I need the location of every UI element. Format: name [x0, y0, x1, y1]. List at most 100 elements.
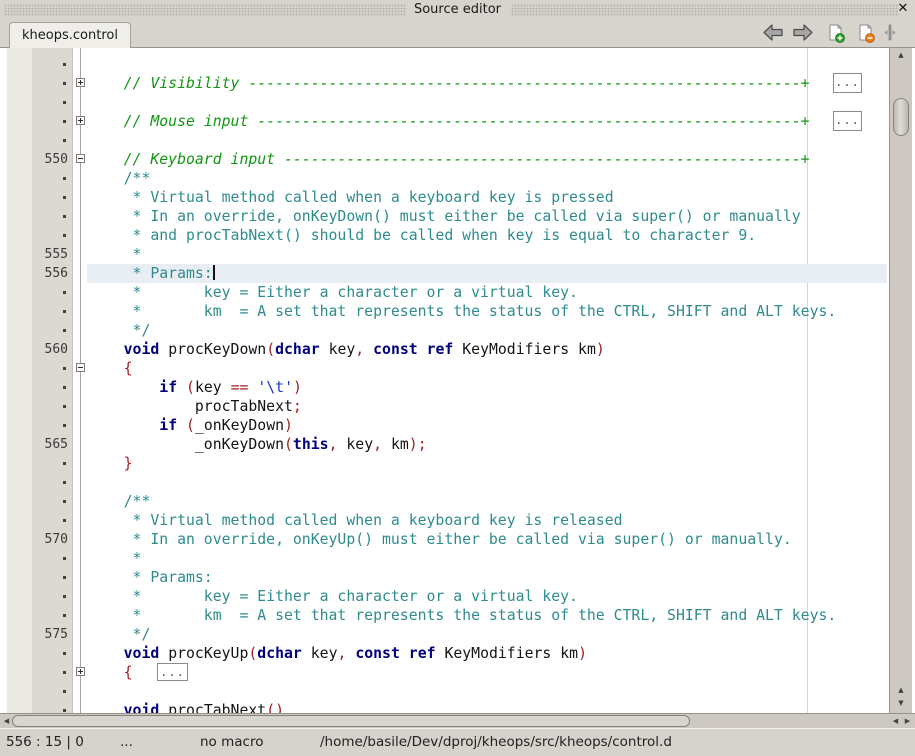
code-line[interactable]: if (key == '\t'): [0, 378, 915, 397]
code-line[interactable]: // Mouse input -------------------------…: [0, 112, 915, 131]
code-line[interactable]: {: [0, 359, 915, 378]
status-pending: ...: [120, 729, 133, 755]
line-dot: [63, 177, 66, 180]
fold-toggle-icon[interactable]: [76, 363, 85, 372]
line-dot: [63, 405, 66, 408]
line-number: 556: [0, 265, 68, 283]
line-dot: [63, 709, 66, 712]
code-text: /**: [88, 169, 150, 188]
code-line[interactable]: 550 // Keyboard input ------------------…: [0, 150, 915, 169]
code-line[interactable]: * km = A set that represents the status …: [0, 302, 915, 321]
code-text: * Virtual method called when a keyboard …: [88, 511, 623, 530]
code-line[interactable]: */: [0, 321, 915, 340]
code-text: void procKeyDown(dchar key, const ref Ke…: [88, 340, 605, 359]
code-line[interactable]: * Virtual method called when a keyboard …: [0, 188, 915, 207]
code-line[interactable]: * Params:: [0, 568, 915, 587]
fold-toggle-icon[interactable]: [76, 116, 85, 125]
code-line[interactable]: void procTabNext(): [0, 701, 915, 713]
collapsed-fold-box[interactable]: ...: [157, 663, 188, 681]
code-line[interactable]: [0, 682, 915, 701]
code-line[interactable]: void procKeyUp(dchar key, const ref KeyM…: [0, 644, 915, 663]
scroll-right-icon[interactable]: ▶: [901, 714, 914, 728]
line-dot: [63, 519, 66, 522]
code-text: // Mouse input -------------------------…: [88, 112, 810, 131]
tab-kheops-control[interactable]: kheops.control: [9, 22, 131, 48]
document-plus-icon: [827, 28, 846, 47]
fold-toggle-icon[interactable]: [76, 78, 85, 87]
code-line[interactable]: 560 void procKeyDown(dchar key, const re…: [0, 340, 915, 359]
line-dot: [63, 329, 66, 332]
status-bar: 556 : 15 | 0 ... no macro /home/basile/D…: [0, 728, 915, 756]
code-line[interactable]: * key = Either a character or a virtual …: [0, 587, 915, 606]
code-text: {: [88, 359, 133, 378]
code-line[interactable]: // Visibility --------------------------…: [0, 74, 915, 93]
line-dot: [63, 690, 66, 693]
new-document-button[interactable]: [825, 24, 847, 44]
code-line[interactable]: * km = A set that represents the status …: [0, 606, 915, 625]
code-line[interactable]: 556 * Params:: [0, 264, 915, 283]
code-line[interactable]: 570 * In an override, onKeyUp() must eit…: [0, 530, 915, 549]
split-view-button[interactable]: [882, 24, 898, 44]
collapsed-fold-box[interactable]: ...: [833, 111, 862, 131]
code-text: * km = A set that represents the status …: [88, 302, 836, 321]
line-dot: [63, 82, 66, 85]
code-text: void procKeyUp(dchar key, const ref KeyM…: [88, 644, 587, 663]
code-line[interactable]: /**: [0, 492, 915, 511]
code-line[interactable]: * and procTabNext() should be called whe…: [0, 226, 915, 245]
line-dot: [63, 595, 66, 598]
line-dot: [63, 424, 66, 427]
code-line[interactable]: [0, 473, 915, 492]
code-text: * Params:: [88, 264, 215, 283]
code-text: /**: [88, 492, 150, 511]
line-dot: [63, 462, 66, 465]
code-line[interactable]: 565 _onKeyDown(this, key, km);: [0, 435, 915, 454]
navigate-back-button[interactable]: [762, 24, 784, 44]
line-dot: [63, 576, 66, 579]
text-caret: [213, 265, 215, 280]
line-dot: [63, 386, 66, 389]
line-number: 550: [0, 151, 68, 169]
file-path: /home/basile/Dev/dproj/kheops/src/kheops…: [320, 729, 672, 755]
collapsed-fold-box[interactable]: ...: [833, 73, 862, 93]
code-line[interactable]: [0, 55, 915, 74]
code-line[interactable]: /**: [0, 169, 915, 188]
close-icon[interactable]: ✕: [895, 1, 911, 17]
fold-toggle-icon[interactable]: [76, 154, 85, 163]
fold-toggle-icon[interactable]: [76, 667, 85, 676]
line-dot: [63, 367, 66, 370]
horizontal-scrollbar[interactable]: ◀ ◀ ▶: [0, 713, 915, 728]
code-text: }: [88, 454, 133, 473]
document-minus-icon: [857, 28, 876, 47]
close-document-button[interactable]: [855, 24, 877, 44]
code-text: * In an override, onKeyUp() must either …: [88, 530, 792, 549]
code-text: * km = A set that represents the status …: [88, 606, 836, 625]
code-line[interactable]: }: [0, 454, 915, 473]
code-line[interactable]: procTabNext;: [0, 397, 915, 416]
line-dot: [63, 215, 66, 218]
title-bar: Source editor ✕: [0, 0, 915, 20]
code-line[interactable]: [0, 93, 915, 112]
navigate-forward-button[interactable]: [792, 24, 814, 44]
line-dot: [63, 310, 66, 313]
code-line[interactable]: *: [0, 549, 915, 568]
line-dot: [63, 63, 66, 66]
line-dot: [63, 291, 66, 294]
code-line[interactable]: {...: [0, 663, 915, 682]
editor[interactable]: // Visibility --------------------------…: [0, 48, 915, 713]
code-line[interactable]: * In an override, onKeyDown() must eithe…: [0, 207, 915, 226]
code-text: *: [88, 245, 141, 264]
caret-position: 556 : 15 | 0: [6, 729, 84, 755]
horizontal-scrollbar-thumb[interactable]: [12, 715, 690, 727]
code-text: * In an override, onKeyDown() must eithe…: [88, 207, 801, 226]
code-line[interactable]: if (_onKeyDown): [0, 416, 915, 435]
line-dot: [63, 196, 66, 199]
code-line[interactable]: * key = Either a character or a virtual …: [0, 283, 915, 302]
code-line[interactable]: 575 */: [0, 625, 915, 644]
code-line[interactable]: * Virtual method called when a keyboard …: [0, 511, 915, 530]
line-dot: [63, 557, 66, 560]
code-text: */: [88, 625, 150, 644]
code-text: *: [88, 549, 141, 568]
code-line[interactable]: [0, 131, 915, 150]
code-line[interactable]: 555 *: [0, 245, 915, 264]
code-text: * and procTabNext() should be called whe…: [88, 226, 756, 245]
